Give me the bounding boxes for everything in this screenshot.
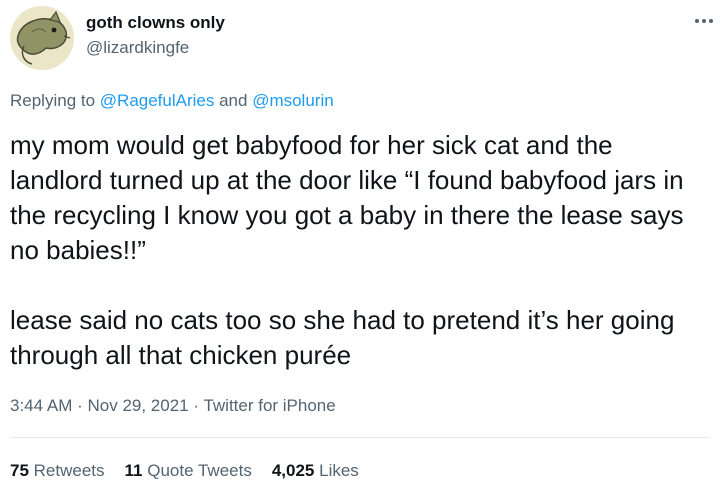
- meta-dot: ·: [72, 396, 88, 415]
- replying-to-prefix: Replying to: [10, 91, 100, 110]
- retweets-label: Retweets: [33, 461, 105, 480]
- tweet-body: my mom would get babyfood for her sick c…: [10, 128, 710, 373]
- likes-stat[interactable]: 4,025 Likes: [272, 461, 359, 480]
- likes-count: 4,025: [271, 461, 315, 480]
- tweet-time[interactable]: 3:44 AM: [10, 396, 72, 415]
- quote-tweets-label: Quote Tweets: [147, 461, 252, 480]
- divider: [10, 437, 710, 438]
- engagement-stats: 75 Retweets 11 Quote Tweets 4,025 Likes: [10, 461, 379, 481]
- tweet-card: goth clowns only @lizardkingfe Replying …: [0, 0, 720, 487]
- replying-to-line: Replying to @RagefulAries and @msolurin: [10, 91, 334, 111]
- quote-tweets-count: 11: [124, 461, 143, 480]
- retweets-count: 75: [10, 461, 29, 480]
- tweet-source[interactable]: Twitter for iPhone: [203, 396, 335, 415]
- tweet-paragraph-1: my mom would get babyfood for her sick c…: [10, 130, 684, 265]
- quote-tweets-stat[interactable]: 11 Quote Tweets: [125, 461, 252, 480]
- tweet-date[interactable]: Nov 29, 2021: [87, 396, 188, 415]
- mention-link-ragefularies[interactable]: @RagefulAries: [100, 91, 215, 110]
- mention-link-msolurin[interactable]: @msolurin: [252, 91, 334, 110]
- user-handle[interactable]: @lizardkingfe: [86, 38, 189, 58]
- tweet-metadata: 3:44 AM · Nov 29, 2021 · Twitter for iPh…: [10, 396, 336, 416]
- mention-separator: and: [214, 91, 253, 110]
- meta-dot: ·: [188, 396, 204, 415]
- display-name[interactable]: goth clowns only: [86, 13, 225, 33]
- likes-label: Likes: [319, 461, 359, 480]
- retweets-stat[interactable]: 75 Retweets: [10, 461, 105, 480]
- more-options-icon[interactable]: [692, 11, 716, 31]
- possum-drawing-icon: [10, 6, 74, 70]
- avatar[interactable]: [10, 6, 74, 70]
- tweet-paragraph-2: lease said no cats too so she had to pre…: [10, 305, 675, 370]
